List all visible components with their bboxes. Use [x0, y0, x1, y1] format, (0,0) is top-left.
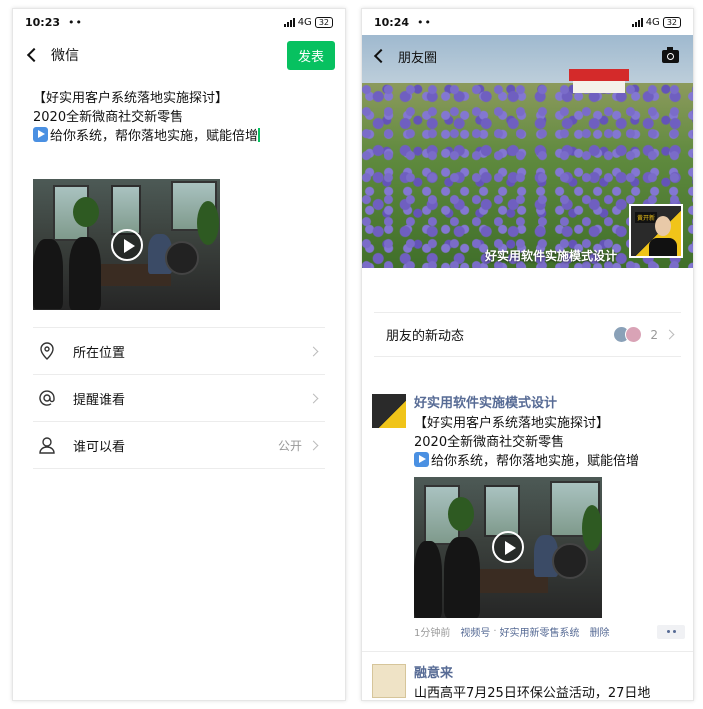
signal-icon — [631, 17, 643, 27]
feed-post: 好实用软件实施模式设计 【好实用客户系统落地实施探讨】 2020全新微商社交新零… — [372, 394, 685, 639]
play-button-emoji-icon — [414, 452, 429, 467]
post-meta: 1分钟前 视频号 · 好实用新零售系统 删除 — [414, 624, 685, 639]
location-pin-icon — [33, 342, 61, 360]
option-mention-label: 提醒谁看 — [73, 392, 126, 408]
post-time: 1分钟前 — [414, 628, 451, 639]
post-source-link[interactable]: 视频号 — [460, 624, 490, 639]
post-author-name[interactable]: 融意来 — [414, 664, 685, 684]
feed-divider — [362, 651, 693, 652]
post-line-3: 给你系统，帮你落地实施，赋能倍增 — [33, 127, 325, 146]
nav-title: 微信 — [51, 48, 79, 64]
new-moments-count: 2 — [650, 327, 658, 342]
status-bar: 10:23 •• 4G 32 — [13, 9, 345, 35]
status-time: 10:24 — [374, 15, 410, 29]
back-icon[interactable] — [373, 48, 389, 64]
moments-feed-screen: 10:24 •• 4G 32 好实用软件实施模式设计 朋友圈 黄开新 朋友的新动… — [361, 8, 694, 701]
status-indicators: 4G 32 — [283, 16, 333, 28]
option-location[interactable]: 所在位置 — [33, 328, 325, 375]
post-text-input[interactable]: 【好实用客户系统落地实施探讨】 2020全新微商社交新零售 给你系统，帮你落地实… — [13, 75, 345, 146]
new-moments-row[interactable]: 朋友的新动态 2 — [374, 312, 681, 357]
chevron-right-icon — [308, 346, 319, 356]
chevron-right-icon — [308, 393, 319, 403]
chevron-right-icon — [664, 329, 675, 340]
signal-icon — [283, 17, 295, 27]
option-visibility[interactable]: 谁可以看 公开 — [33, 422, 325, 469]
post-author-avatar[interactable] — [372, 664, 406, 698]
battery-icon: 32 — [662, 16, 681, 28]
status-indicators: 4G 32 — [631, 16, 681, 28]
option-visibility-label: 谁可以看 — [73, 439, 126, 455]
post-line-3-text: 给你系统，帮你落地实施，赋能倍增 — [50, 129, 259, 144]
profile-avatar[interactable]: 黄开新 — [629, 204, 683, 258]
post-line-3-text: 给你系统，帮你落地实施，赋能倍增 — [431, 454, 640, 469]
feed-post: 融意来 山西高平7月25日环保公益活动，27日地 — [372, 664, 685, 701]
post-line-1: 【好实用客户系统落地实施探讨】 — [414, 416, 610, 431]
network-type: 4G — [645, 16, 660, 28]
post-line-2: 2020全新微商社交新零售 — [414, 435, 565, 450]
text-cursor — [258, 128, 260, 142]
person-icon — [33, 436, 61, 454]
nav-bar: 朋友圈 — [362, 39, 693, 73]
post-author-name[interactable]: 好实用软件实施模式设计 — [414, 394, 685, 414]
video-thumbnail[interactable] — [33, 179, 220, 310]
nav-title: 朋友圈 — [398, 50, 438, 66]
publish-button[interactable]: 发表 — [286, 40, 335, 70]
back-icon[interactable] — [26, 47, 42, 63]
status-dots: •• — [68, 15, 83, 29]
post-line-3: 给你系统，帮你落地实施，赋能倍增 — [414, 452, 685, 471]
avatar-tag: 黄开新 — [635, 212, 658, 223]
cover-caption: 好实用软件实施模式设计 — [484, 249, 617, 263]
post-channel-link[interactable]: 好实用新零售系统 — [500, 624, 580, 639]
post-video[interactable] — [414, 477, 602, 618]
play-icon[interactable] — [492, 531, 524, 563]
new-moments-avatars — [613, 326, 643, 343]
option-mention[interactable]: 提醒谁看 — [33, 375, 325, 422]
post-author-avatar[interactable] — [372, 394, 406, 428]
play-button-emoji-icon — [33, 127, 48, 142]
options-list: 所在位置 提醒谁看 谁可以看 公开 — [33, 327, 325, 469]
status-time: 10:23 — [25, 15, 61, 29]
more-actions-button[interactable] — [657, 624, 685, 639]
play-icon[interactable] — [111, 229, 143, 261]
camera-icon[interactable] — [662, 46, 679, 63]
post-delete-link[interactable]: 删除 — [590, 624, 610, 639]
option-visibility-value: 公开 — [277, 438, 302, 453]
post-line-2: 2020全新微商社交新零售 — [33, 110, 184, 125]
post-line-1: 【好实用客户系统落地实施探讨】 — [33, 91, 229, 106]
post-line-1: 山西高平7月25日环保公益活动，27日地 — [414, 686, 651, 701]
chevron-right-icon — [308, 440, 319, 450]
status-dots: •• — [417, 15, 432, 29]
avatar — [625, 326, 643, 343]
network-type: 4G — [297, 16, 312, 28]
compose-moment-screen: 10:23 •• 4G 32 微信 发表 【好实用客户系统落地实施探讨】 202… — [12, 8, 346, 701]
option-location-label: 所在位置 — [73, 345, 126, 361]
new-moments-label: 朋友的新动态 — [386, 329, 465, 344]
status-bar: 10:24 •• 4G 32 — [362, 9, 693, 35]
nav-bar: 微信 发表 — [13, 35, 345, 75]
at-sign-icon — [33, 389, 61, 407]
battery-icon: 32 — [314, 16, 333, 28]
